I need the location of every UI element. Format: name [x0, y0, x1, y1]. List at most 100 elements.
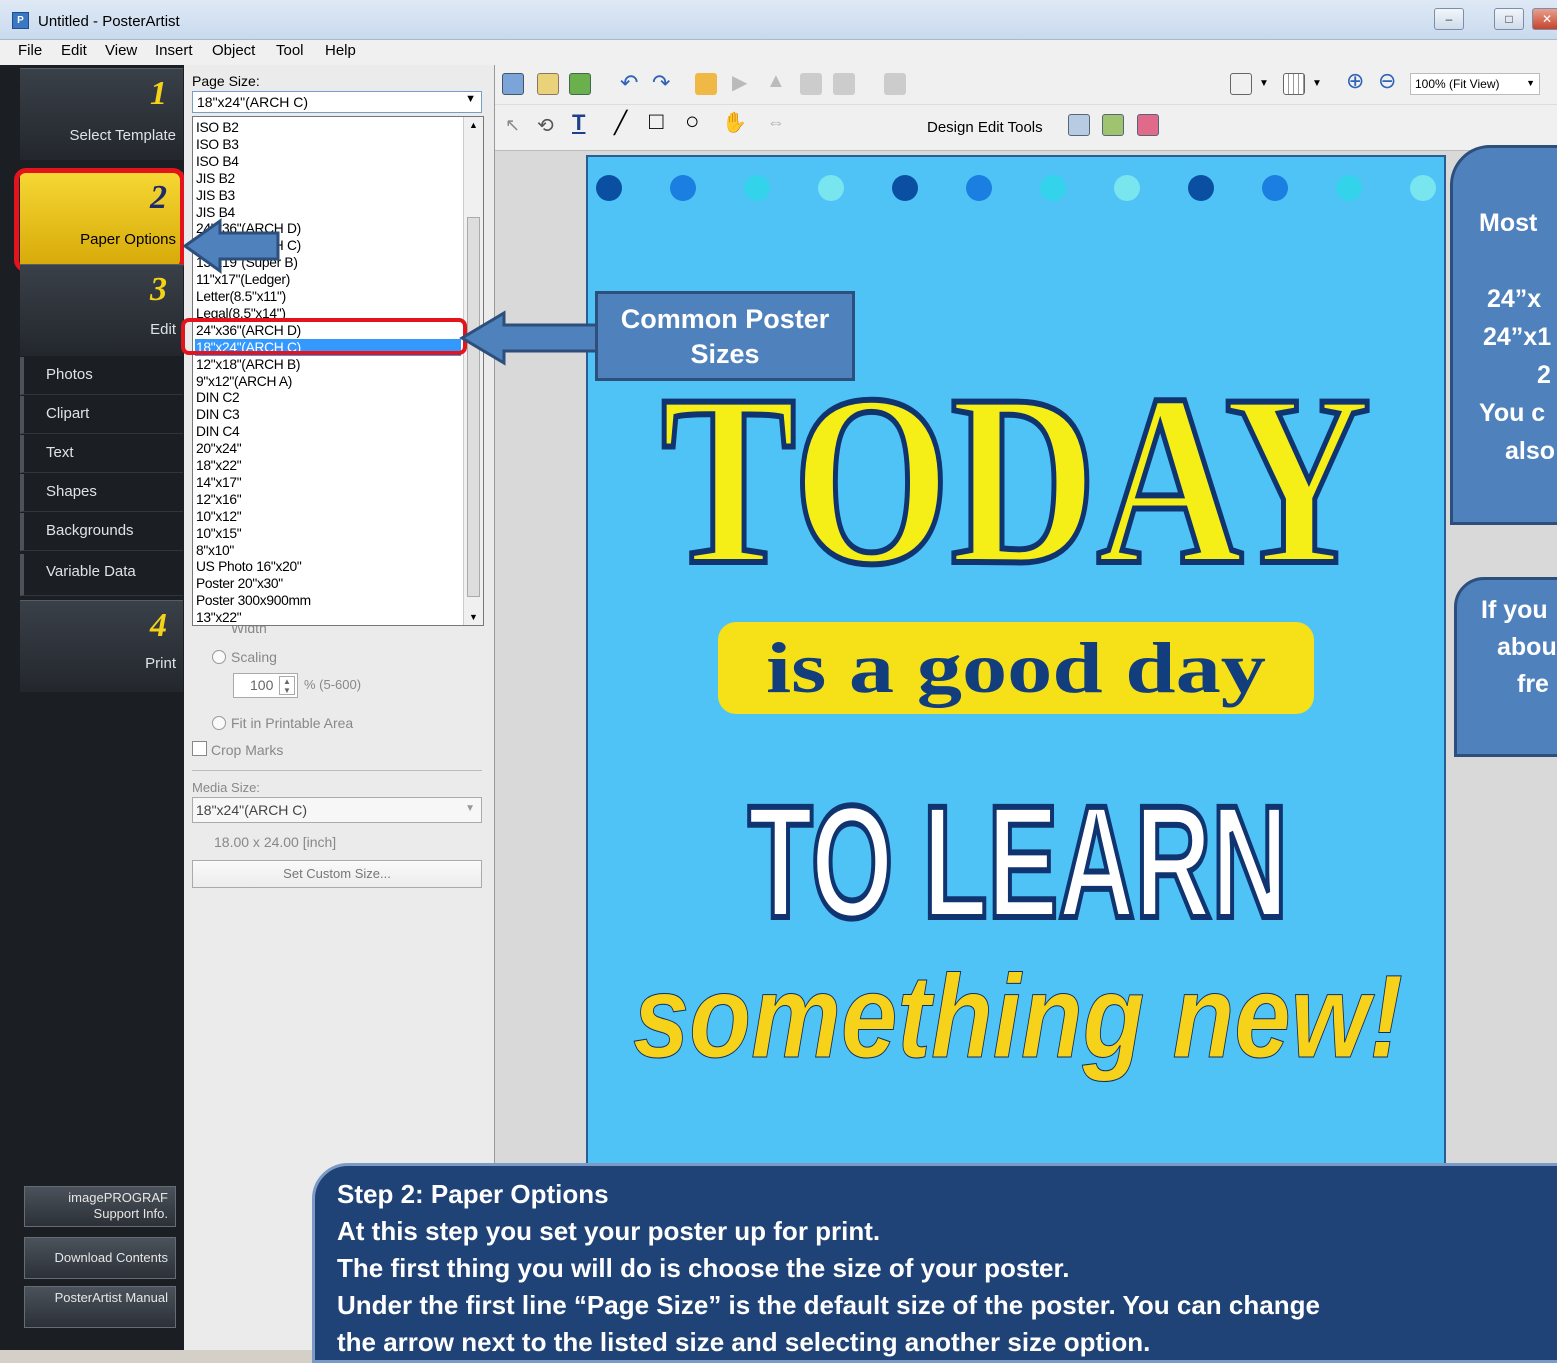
- callout-line: [1479, 242, 1557, 280]
- design-tool-3-icon[interactable]: [1137, 114, 1159, 136]
- dropdown-option[interactable]: Poster 300x900mm: [195, 592, 461, 609]
- grid-icon[interactable]: [1283, 73, 1305, 95]
- menu-tool[interactable]: Tool: [276, 42, 304, 59]
- sidebar-item-shapes[interactable]: Shapes: [20, 474, 183, 512]
- divider: [192, 770, 482, 771]
- rotate-icon[interactable]: ⟲: [537, 113, 554, 138]
- minimize-icon[interactable]: –: [1434, 8, 1464, 30]
- menu-file[interactable]: File: [18, 42, 42, 59]
- scaling-input[interactable]: 100 ▲ ▼: [233, 673, 298, 698]
- redo-icon[interactable]: ↷: [652, 70, 670, 96]
- dropdown-option[interactable]: 18"x22": [195, 457, 461, 474]
- dropdown-option[interactable]: 12"x16": [195, 491, 461, 508]
- new-icon[interactable]: [502, 73, 524, 95]
- chevron-down-icon: ▼: [465, 93, 476, 105]
- open-icon[interactable]: [537, 73, 559, 95]
- sidebar-item-backgrounds[interactable]: Backgrounds: [20, 513, 183, 551]
- ungroup-icon[interactable]: [833, 73, 855, 95]
- dropdown-option[interactable]: 10"x15": [195, 525, 461, 542]
- dropdown-option[interactable]: US Photo 16"x20": [195, 558, 461, 575]
- dropdown-option[interactable]: DIN C2: [195, 389, 461, 406]
- support-info-button[interactable]: imagePROGRAF Support Info.: [24, 1186, 176, 1227]
- ellipse-tool-icon[interactable]: ○: [685, 108, 700, 136]
- dropdown-option[interactable]: Letter(8.5"x11"): [195, 288, 461, 305]
- menu-help[interactable]: Help: [325, 42, 356, 59]
- group-icon[interactable]: [800, 73, 822, 95]
- callout-line: If you: [1481, 596, 1548, 624]
- menu-view[interactable]: View: [105, 42, 137, 59]
- dropdown-option[interactable]: 20"x24": [195, 440, 461, 457]
- undo-icon[interactable]: ↶: [620, 70, 638, 96]
- zoom-in-icon[interactable]: ⊕: [1346, 68, 1364, 94]
- poster-line-today[interactable]: TODAY: [658, 341, 1374, 618]
- zoom-out-icon[interactable]: ⊖: [1378, 68, 1396, 94]
- page-size-select[interactable]: 18"x24"(ARCH C) ▼: [192, 91, 482, 113]
- text-tool-icon[interactable]: T: [572, 110, 585, 136]
- media-dimensions: 18.00 x 24.00 [inch]: [214, 834, 337, 850]
- layout-icon[interactable]: [1230, 73, 1252, 95]
- callout-line: abou: [1497, 633, 1557, 661]
- arrow-to-common-sizes: [459, 310, 599, 366]
- page-size-dropdown[interactable]: ISO B2 ISO B3 ISO B4 JIS B2 JIS B3 JIS B4 24"x…: [192, 116, 484, 626]
- sidebar-item-variable-data[interactable]: Variable Data: [20, 554, 183, 596]
- flip-icon[interactable]: ▲: [766, 70, 786, 93]
- poster-line-something-new[interactable]: something new!: [633, 951, 1404, 1084]
- set-custom-size-button[interactable]: Set Custom Size...: [192, 860, 482, 888]
- rectangle-tool-icon[interactable]: □: [649, 108, 664, 136]
- line-tool-icon[interactable]: ╱: [614, 110, 627, 136]
- sidebar-item-text[interactable]: Text: [20, 435, 183, 473]
- scaling-radio[interactable]: [212, 650, 226, 664]
- dropdown-option[interactable]: ISO B2: [195, 119, 461, 136]
- poster-line-to-learn[interactable]: TO LEARN: [745, 769, 1291, 954]
- scroll-thumb[interactable]: [467, 217, 480, 597]
- chevron-down-icon[interactable]: ▼: [1312, 78, 1322, 89]
- chevron-down-icon[interactable]: ▼: [1259, 78, 1269, 89]
- align-icon[interactable]: [695, 73, 717, 95]
- poster-line-good-day[interactable]: is a good day: [766, 628, 1266, 708]
- manual-button[interactable]: PosterArtist Manual: [24, 1286, 176, 1328]
- dropdown-option[interactable]: Poster 20"x30": [195, 575, 461, 592]
- step-print[interactable]: 4 Print: [20, 600, 183, 692]
- dropdown-option[interactable]: DIN C4: [195, 423, 461, 440]
- hand-tool-icon[interactable]: ✋: [722, 110, 747, 135]
- close-icon[interactable]: ✕: [1532, 8, 1557, 30]
- sidebar-item-photos[interactable]: Photos: [20, 357, 183, 395]
- scroll-down-icon[interactable]: ▼: [469, 612, 478, 622]
- spinner-icon[interactable]: ▲ ▼: [279, 676, 295, 695]
- dropdown-option[interactable]: ISO B4: [195, 153, 461, 170]
- arrow-to-paper-options: [182, 218, 280, 274]
- menu-edit[interactable]: Edit: [61, 42, 87, 59]
- dropdown-option[interactable]: 8"x10": [195, 542, 461, 559]
- step-edit[interactable]: 3 Edit: [20, 264, 183, 356]
- zoom-select[interactable]: 100% (Fit View) ▼: [1410, 73, 1540, 95]
- callout-line: Step 2: Paper Options: [337, 1179, 609, 1209]
- select-arrow-icon[interactable]: ↖: [505, 115, 520, 136]
- scroll-up-icon[interactable]: ▲: [469, 120, 478, 130]
- dropdown-option[interactable]: JIS B2: [195, 170, 461, 187]
- sidebar-item-clipart[interactable]: Clipart: [20, 396, 183, 434]
- download-contents-button[interactable]: Download Contents: [24, 1237, 176, 1279]
- dropdown-option[interactable]: 14"x17": [195, 474, 461, 491]
- dropdown-option[interactable]: ISO B3: [195, 136, 461, 153]
- maximize-icon[interactable]: □: [1494, 8, 1524, 30]
- page-size-label: Page Size:: [192, 73, 260, 89]
- dropdown-option[interactable]: JIS B3: [195, 187, 461, 204]
- lock-icon[interactable]: [884, 73, 906, 95]
- design-tool-1-icon[interactable]: [1068, 114, 1090, 136]
- step-select-template[interactable]: 1 Select Template: [20, 68, 183, 160]
- fit-printable-radio[interactable]: [212, 716, 226, 730]
- media-size-select[interactable]: 18"x24"(ARCH C) ▼: [192, 797, 482, 823]
- menu-object[interactable]: Object: [212, 42, 255, 59]
- design-tool-2-icon[interactable]: [1102, 114, 1124, 136]
- fit-icon[interactable]: ⇔: [767, 112, 785, 133]
- dropdown-option[interactable]: 13"x22": [195, 609, 461, 625]
- dropdown-option[interactable]: 9"x12"(ARCH A): [195, 373, 461, 390]
- crop-marks-checkbox[interactable]: [192, 741, 207, 756]
- dropdown-option[interactable]: 10"x12": [195, 508, 461, 525]
- dropdown-scrollbar[interactable]: ▲ ▼: [463, 117, 483, 625]
- save-icon[interactable]: [569, 73, 591, 95]
- arrange-icon[interactable]: ▶: [732, 70, 747, 95]
- menu-insert[interactable]: Insert: [155, 42, 193, 59]
- dropdown-option[interactable]: 12"x18"(ARCH B): [195, 356, 461, 373]
- dropdown-option[interactable]: DIN C3: [195, 406, 461, 423]
